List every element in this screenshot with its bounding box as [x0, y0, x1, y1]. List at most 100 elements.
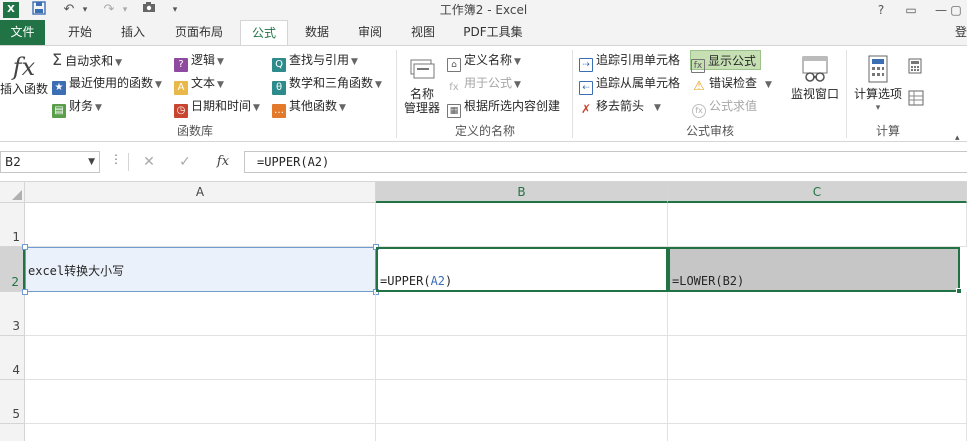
name-manager-button[interactable]: 名称 管理器 [400, 54, 444, 115]
tab-pdf-tools[interactable]: PDF工具集 [458, 20, 528, 45]
column-header-c[interactable]: C [668, 182, 967, 203]
row-header-1[interactable]: 1 [0, 203, 25, 247]
enter-icon[interactable]: ✓ [170, 152, 200, 172]
error-checking-button[interactable]: ⚠ 错误检查 ▼ [692, 73, 772, 94]
divider [128, 153, 129, 171]
maximize-button[interactable]: ▢ [945, 0, 967, 20]
financial-button[interactable]: ▤ 财务 ▼ [52, 96, 102, 118]
cell-c5[interactable] [668, 380, 967, 424]
watch-window-label: 监视窗口 [790, 87, 839, 101]
camera-icon[interactable] [140, 1, 158, 19]
calculate-sheet-button[interactable] [908, 90, 924, 110]
cell-a6[interactable] [25, 424, 376, 441]
remove-arrows-label: 移去箭头 [596, 99, 645, 113]
undo-dropdown-icon[interactable]: ▾ [76, 1, 94, 19]
cell-a5[interactable] [25, 380, 376, 424]
ribbon-tabs: 文件 开始 插入 页面布局 公式 数据 审阅 视图 PDF工具集 登 [0, 20, 967, 46]
cell-b1[interactable] [376, 203, 668, 247]
text-button[interactable]: A 文本 ▼ [174, 73, 224, 95]
cell-a3[interactable] [25, 292, 376, 336]
datetime-button[interactable]: ◷ 日期和时间 ▼ [174, 96, 260, 118]
collapse-ribbon-icon[interactable]: ▴ [955, 128, 960, 148]
cell-a1[interactable] [25, 203, 376, 247]
use-in-formula-button[interactable]: fx 用于公式 ▼ [447, 73, 521, 93]
cell-b2[interactable]: =UPPER(A2) [376, 247, 668, 292]
watch-window-button[interactable]: 监视窗口 [788, 54, 842, 101]
name-manager-icon [410, 59, 435, 79]
redo-dropdown-icon[interactable]: ▾ [116, 1, 134, 19]
row-header-4[interactable]: 4 [0, 336, 25, 380]
calculate-sheet-icon [908, 90, 924, 106]
cell-a4[interactable] [25, 336, 376, 380]
evaluate-formula-button[interactable]: fx 公式求值 [692, 96, 757, 118]
create-from-selection-button[interactable]: ▦ 根据所选内容创建 [447, 96, 560, 118]
cell-b5[interactable] [376, 380, 668, 424]
select-all-button[interactable] [0, 182, 25, 203]
formula-bar: B2 ▼ ⋮ ✕ ✓ fx =UPPER(A2) [0, 149, 967, 176]
name-box[interactable]: B2 ▼ [0, 151, 100, 173]
cell-b4[interactable] [376, 336, 668, 380]
tab-view[interactable]: 视图 [403, 20, 443, 45]
trace-dependents-button[interactable]: ⇠ 追踪从属单元格 [579, 73, 680, 95]
show-formulas-button[interactable]: fx 显示公式 [690, 50, 762, 73]
autosum-button[interactable]: Σ 自动求和 ▼ [52, 50, 122, 70]
tab-data[interactable]: 数据 [297, 20, 337, 45]
datetime-label: 日期和时间 [191, 99, 252, 113]
tab-page-layout[interactable]: 页面布局 [167, 20, 231, 45]
math-button[interactable]: θ 数学和三角函数 ▼ [272, 73, 382, 95]
column-header-b[interactable]: B [376, 182, 668, 203]
row-header-2[interactable]: 2 [0, 247, 25, 292]
cancel-icon[interactable]: ✕ [134, 152, 164, 172]
tab-file[interactable]: 文件 [0, 20, 45, 45]
chevron-down-icon[interactable]: ▼ [88, 152, 95, 172]
row-header-6[interactable] [0, 424, 25, 441]
group-divider [396, 50, 397, 138]
lookup-button[interactable]: Q 查找与引用 ▼ [272, 50, 358, 72]
chevron-down-icon: ▼ [339, 103, 346, 113]
trace-dependents-icon: ⇠ [579, 81, 593, 95]
text-label: 文本 [191, 76, 216, 90]
more-options-icon[interactable]: ⋮ [110, 152, 122, 166]
more-functions-button[interactable]: … 其他函数 ▼ [272, 96, 346, 118]
cell-b6[interactable] [376, 424, 668, 441]
cell-c4[interactable] [668, 336, 967, 380]
save-icon[interactable] [30, 1, 48, 19]
formula-input[interactable]: =UPPER(A2) [244, 151, 967, 173]
group-label-formula-auditing: 公式审核 [685, 124, 734, 138]
cell-b3[interactable] [376, 292, 668, 336]
name-manager-label-2: 管理器 [403, 101, 440, 115]
tab-formulas[interactable]: 公式 [240, 20, 288, 46]
cell-c1[interactable] [668, 203, 967, 247]
show-formulas-label: 显示公式 [708, 54, 757, 68]
group-divider [846, 50, 847, 138]
ribbon-display-button[interactable]: ▭ [896, 0, 926, 20]
tab-home[interactable]: 开始 [60, 20, 100, 45]
column-header-a[interactable]: A [25, 182, 376, 203]
row-header-3[interactable]: 3 [0, 292, 25, 336]
tab-review[interactable]: 审阅 [350, 20, 390, 45]
use-in-formula-label: 用于公式 [464, 76, 513, 90]
insert-function-button[interactable]: fx 插入函数 [0, 52, 48, 96]
remove-arrows-button[interactable]: ✗ 移去箭头 ▼ [579, 96, 661, 116]
sigma-icon: Σ [52, 50, 63, 69]
logical-button[interactable]: ? 逻辑 ▼ [174, 50, 224, 72]
trace-precedents-button[interactable]: ⇢ 追踪引用单元格 [579, 50, 680, 72]
cell-c3[interactable] [668, 292, 967, 336]
excel-logo-icon: X [3, 2, 19, 18]
cell-a2[interactable]: excel转换大小写 [25, 247, 376, 292]
reference-handle[interactable] [22, 244, 28, 250]
recent-functions-button[interactable]: ★ 最近使用的函数 ▼ [52, 73, 162, 95]
login-link[interactable]: 登 [955, 20, 967, 45]
calculate-now-button[interactable] [908, 58, 922, 78]
cell-c6[interactable] [668, 424, 967, 441]
customize-qat-icon[interactable]: ▾ [166, 1, 184, 19]
math-icon: θ [272, 81, 286, 95]
cell-c2[interactable]: =LOWER(B2) [668, 247, 960, 292]
row-header-5[interactable]: 5 [0, 380, 25, 424]
insert-function-icon[interactable]: fx [208, 152, 238, 172]
define-name-button[interactable]: ⌂ 定义名称 ▼ [447, 50, 521, 72]
chevron-down-icon: ▼ [217, 80, 224, 90]
help-button[interactable]: ? [866, 0, 896, 20]
calculation-options-button[interactable]: 计算选项 ▾ [850, 54, 906, 115]
tab-insert[interactable]: 插入 [113, 20, 153, 45]
